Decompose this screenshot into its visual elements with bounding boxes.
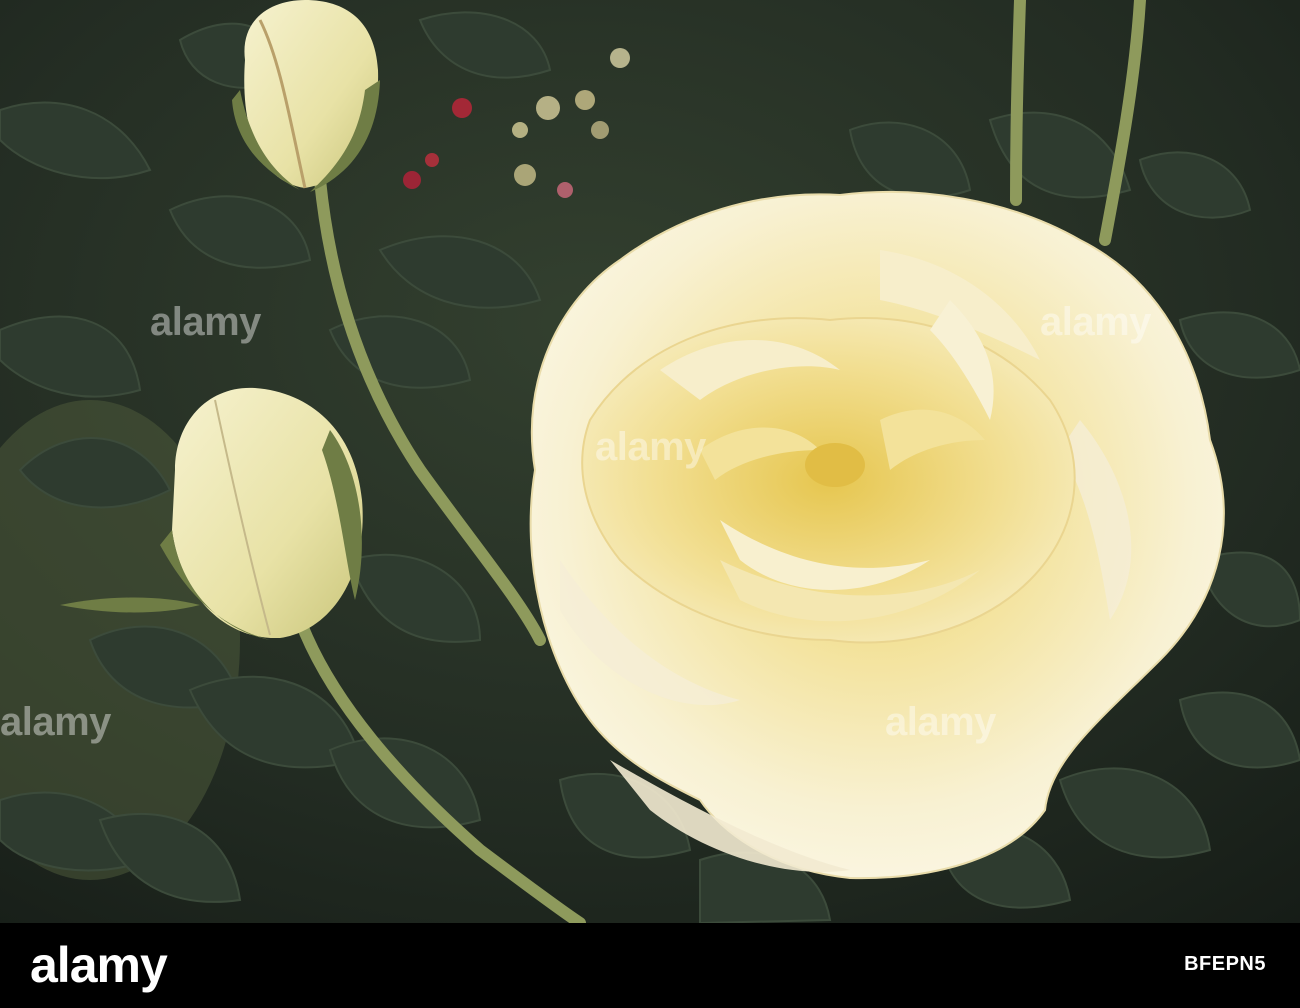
rose-photo: alamy alamy alamy alamy alamy xyxy=(0,0,1300,923)
rose-illustration xyxy=(0,0,1300,923)
footer-bar: alamy BFEPN5 xyxy=(0,923,1300,1008)
alamy-logo: alamy xyxy=(30,937,168,993)
image-id: BFEPN5 xyxy=(1184,953,1266,975)
